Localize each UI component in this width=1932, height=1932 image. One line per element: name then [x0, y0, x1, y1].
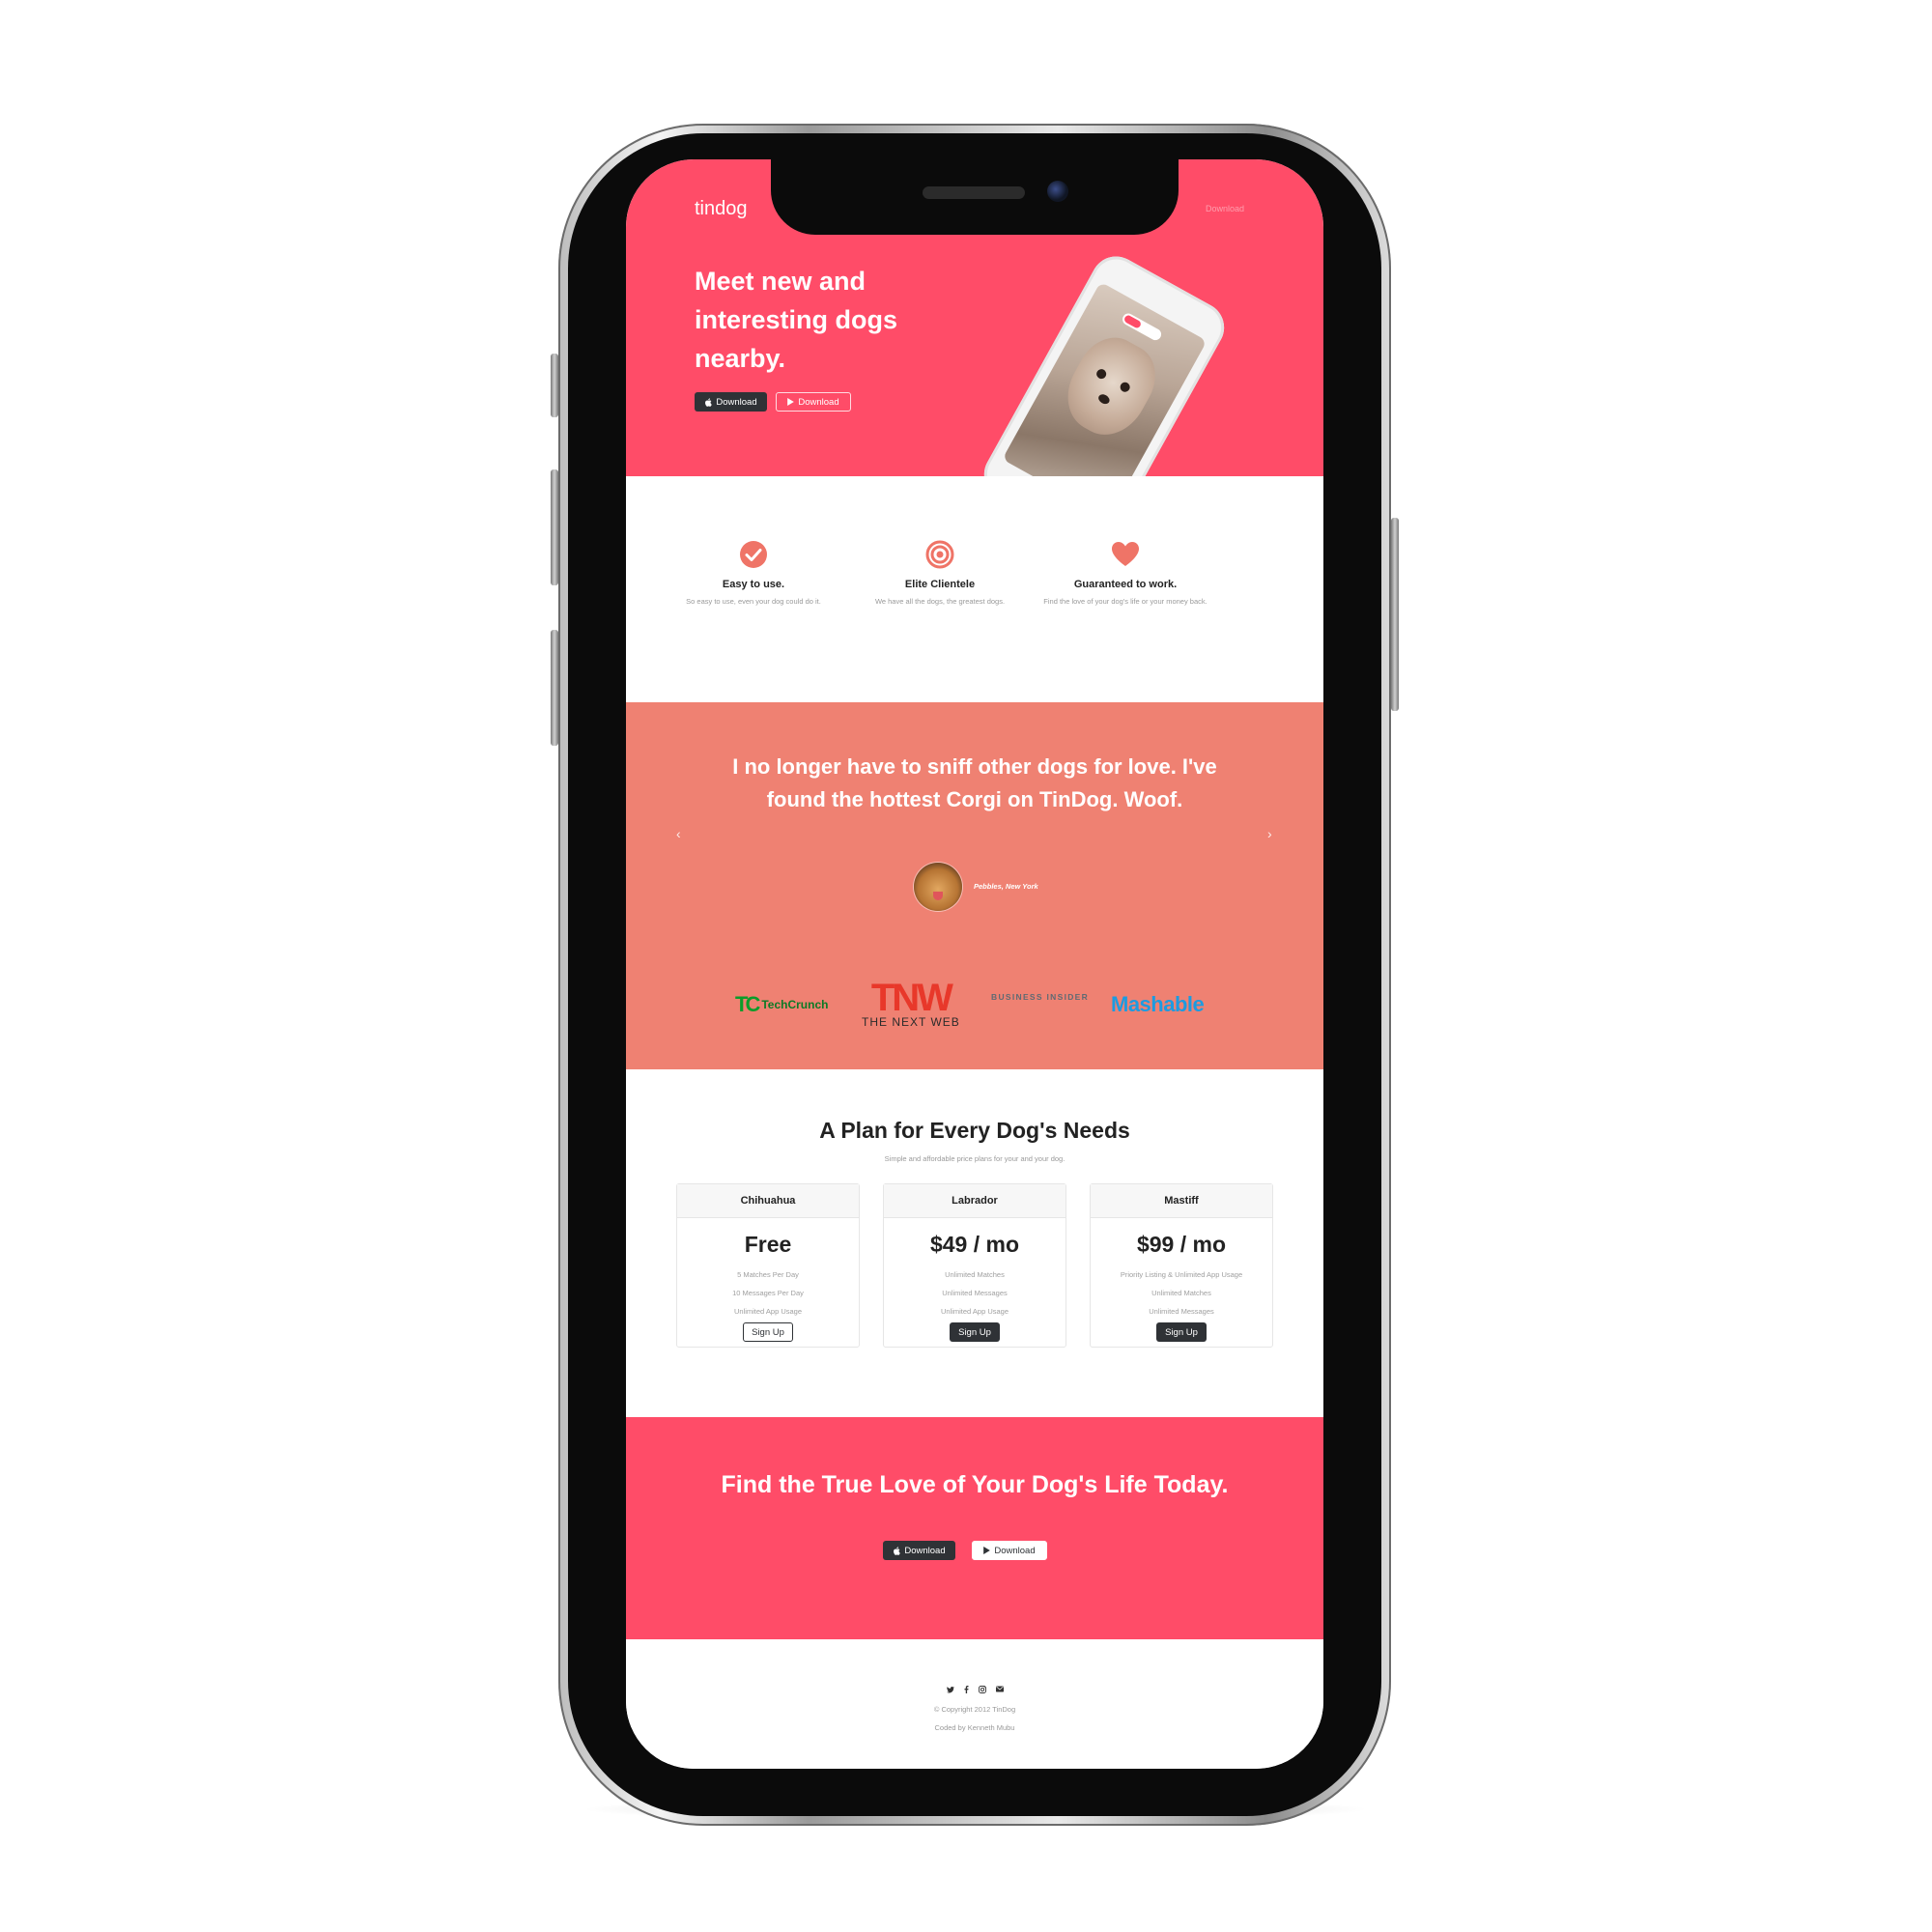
brand-logo[interactable]: tindog: [695, 198, 748, 220]
heart-icon: [1112, 542, 1139, 566]
plan-name: Labrador: [884, 1184, 1065, 1218]
envelope-icon[interactable]: [995, 1686, 1004, 1692]
feature-title: Easy to use.: [722, 579, 785, 590]
plan-price: $99 / mo: [1136, 1232, 1227, 1257]
pricing-section: A Plan for Every Dog's Needs Simple and …: [626, 1069, 1323, 1417]
apple-icon: [894, 1546, 901, 1555]
speaker-grille: [923, 186, 1025, 199]
front-camera: [1047, 181, 1068, 202]
cta-apple-label: Download: [904, 1545, 946, 1556]
phone-notch: [771, 159, 1179, 235]
check-circle-icon: [740, 541, 767, 568]
pricing-subtitle: Simple and affordable price plans for yo…: [884, 1154, 1065, 1163]
techcrunch-text: TechCrunch: [761, 998, 829, 1011]
feature-title: Elite Clientele: [904, 579, 976, 590]
testimonial-quote: I no longer have to sniff other dogs for…: [732, 754, 1217, 811]
pricing-card-chihuahua: Chihuahua Free 5 Matches Per Day 10 Mess…: [676, 1183, 860, 1348]
target-icon: [925, 540, 954, 569]
features-section: Easy to use. So easy to use, even your d…: [626, 476, 1323, 702]
pricing-card-mastiff: Mastiff $99 / mo Priority Listing & Unli…: [1090, 1183, 1273, 1348]
tnw-logo: TNW THE NEXT WEB: [862, 977, 960, 1029]
tnw-subtitle: THE NEXT WEB: [862, 1015, 960, 1029]
feature-guaranteed: Guaranteed to work. Find the love of you…: [1038, 540, 1212, 607]
play-store-icon: [787, 398, 795, 406]
feature-text: So easy to use, even your dog could do i…: [686, 597, 821, 606]
techcrunch-mark: TC: [735, 992, 760, 1016]
instagram-icon[interactable]: [978, 1686, 986, 1693]
dog-photo: [1053, 326, 1169, 448]
cta-title: Find the True Love of Your Dog's Life To…: [721, 1471, 1229, 1498]
phone-volume-up: [551, 469, 558, 585]
phone-power-button: [1391, 518, 1399, 711]
download-apple-label: Download: [716, 396, 757, 408]
phone-screen: tindog Download Meet new and interesting…: [626, 159, 1323, 1769]
feature-elite-clientele: Elite Clientele We have all the dogs, th…: [853, 540, 1027, 607]
plan-name: Mastiff: [1091, 1184, 1272, 1218]
cta-play-label: Download: [994, 1545, 1036, 1556]
play-store-icon: [983, 1547, 991, 1554]
plan-feature: Unlimited Messages: [1149, 1307, 1214, 1316]
download-play-button[interactable]: Download: [776, 392, 851, 412]
copyright-text: © Copyright 2012 TinDog: [933, 1705, 1016, 1714]
phone-silent-switch: [551, 354, 558, 417]
plan-feature: Unlimited Matches: [945, 1270, 1005, 1279]
cta-download-play-button[interactable]: Download: [972, 1541, 1047, 1560]
feature-title: Guaranteed to work.: [1073, 579, 1178, 590]
phone-volume-down: [551, 630, 558, 746]
testimonial-avatar: [914, 863, 962, 911]
tnw-mark: TNW: [870, 977, 953, 1019]
cta-section: Find the True Love of Your Dog's Life To…: [626, 1417, 1323, 1639]
plan-feature: Unlimited Matches: [1151, 1289, 1211, 1297]
toggle-icon: [1120, 311, 1164, 343]
plan-price: $49 / mo: [929, 1232, 1020, 1257]
pricing-card-labrador: Labrador $49 / mo Unlimited Matches Unli…: [883, 1183, 1066, 1348]
social-links: [626, 1686, 1323, 1693]
plan-price: Free: [744, 1232, 792, 1257]
testimonials-section: ‹ › I no longer have to sniff other dogs…: [626, 702, 1323, 1069]
plan-feature: Unlimited App Usage: [733, 1307, 803, 1316]
testimonial-author: Pebbles, New York: [974, 882, 1038, 891]
sign-up-button-labrador[interactable]: Sign Up: [950, 1322, 1000, 1342]
sign-up-button-chihuahua[interactable]: Sign Up: [743, 1322, 793, 1342]
feature-text: We have all the dogs, the greatest dogs.: [874, 597, 1006, 606]
plan-feature: Unlimited App Usage: [940, 1307, 1009, 1316]
plan-feature: 10 Messages Per Day: [732, 1289, 804, 1297]
feature-easy-to-use: Easy to use. So easy to use, even your d…: [667, 540, 840, 607]
carousel-next-icon[interactable]: ›: [1267, 826, 1272, 841]
sign-up-button-mastiff[interactable]: Sign Up: [1156, 1322, 1207, 1342]
nav-link-download[interactable]: Download: [1206, 204, 1244, 213]
hero-phone-screen: [1002, 281, 1208, 476]
hero-title: Meet new and interesting dogs nearby.: [695, 267, 898, 373]
mashable-logo: Mashable: [1111, 992, 1205, 1016]
cta-download-apple-button[interactable]: Download: [883, 1541, 955, 1560]
plan-feature: Priority Listing & Unlimited App Usage: [1120, 1270, 1243, 1279]
twitter-icon[interactable]: [946, 1686, 954, 1693]
techcrunch-logo: TC TechCrunch: [735, 992, 828, 1017]
business-insider-logo: BUSINESS INSIDER: [991, 992, 1090, 1002]
download-apple-button[interactable]: Download: [695, 392, 767, 412]
plan-name: Chihuahua: [677, 1184, 859, 1218]
hero-phone-image: [975, 247, 1234, 476]
pricing-title: A Plan for Every Dog's Needs: [819, 1118, 1130, 1143]
facebook-icon[interactable]: [964, 1686, 969, 1693]
apple-icon: [705, 397, 713, 407]
plan-feature: Unlimited Messages: [942, 1289, 1008, 1297]
feature-text: Find the love of your dog's life or your…: [1043, 597, 1208, 606]
footer: © Copyright 2012 TinDog Coded by Kenneth…: [626, 1639, 1323, 1769]
coded-by-text: Coded by Kenneth Mubu: [934, 1723, 1015, 1732]
plan-feature: 5 Matches Per Day: [737, 1270, 799, 1279]
carousel-prev-icon[interactable]: ‹: [676, 826, 681, 841]
download-play-label: Download: [798, 396, 839, 408]
